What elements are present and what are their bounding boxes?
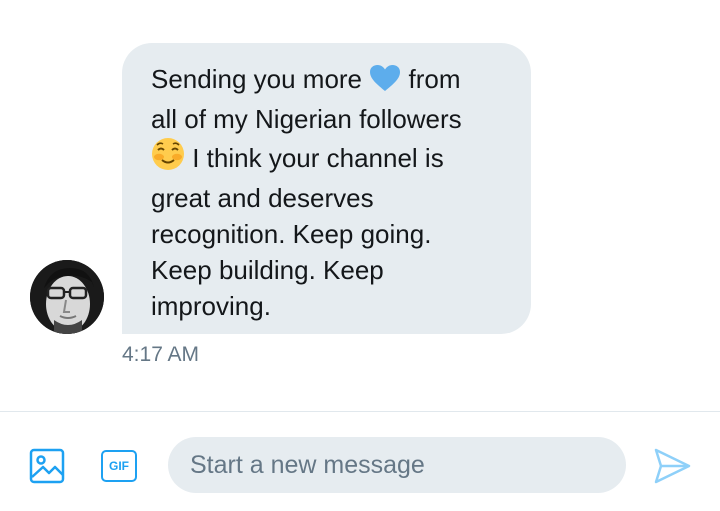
- add-gif-button[interactable]: GIF: [101, 448, 141, 484]
- message-bubble[interactable]: Sending you more from all of my Nigerian…: [122, 43, 531, 334]
- message-line: great and deserves: [151, 183, 374, 213]
- message-timestamp: 4:17 AM: [122, 343, 200, 366]
- message-line: improving.: [151, 291, 271, 321]
- message-line: Keep building. Keep: [151, 255, 384, 285]
- message-input-container[interactable]: [168, 437, 626, 493]
- composer-divider: [0, 411, 720, 412]
- message-line: I think your channel is: [151, 137, 503, 180]
- message-line: Sending you more from: [151, 61, 503, 101]
- image-icon: [29, 448, 65, 484]
- avatar[interactable]: [30, 260, 104, 334]
- message-input[interactable]: [188, 449, 606, 481]
- blue-heart-icon: [369, 64, 401, 101]
- gif-icon: GIF: [101, 450, 137, 482]
- message-text: from: [408, 64, 461, 94]
- message-text: I think your channel is: [192, 143, 444, 173]
- add-media-button[interactable]: [29, 448, 65, 484]
- message-text: Sending you more: [151, 64, 363, 94]
- smiling-face-icon: [151, 137, 185, 180]
- send-button[interactable]: [652, 447, 692, 485]
- message-line: recognition. Keep going.: [151, 219, 432, 249]
- message-line: all of my Nigerian followers: [151, 104, 462, 134]
- send-icon: [654, 448, 691, 484]
- avatar-photo: [30, 260, 104, 334]
- dm-conversation: Sending you more from all of my Nigerian…: [0, 0, 720, 511]
